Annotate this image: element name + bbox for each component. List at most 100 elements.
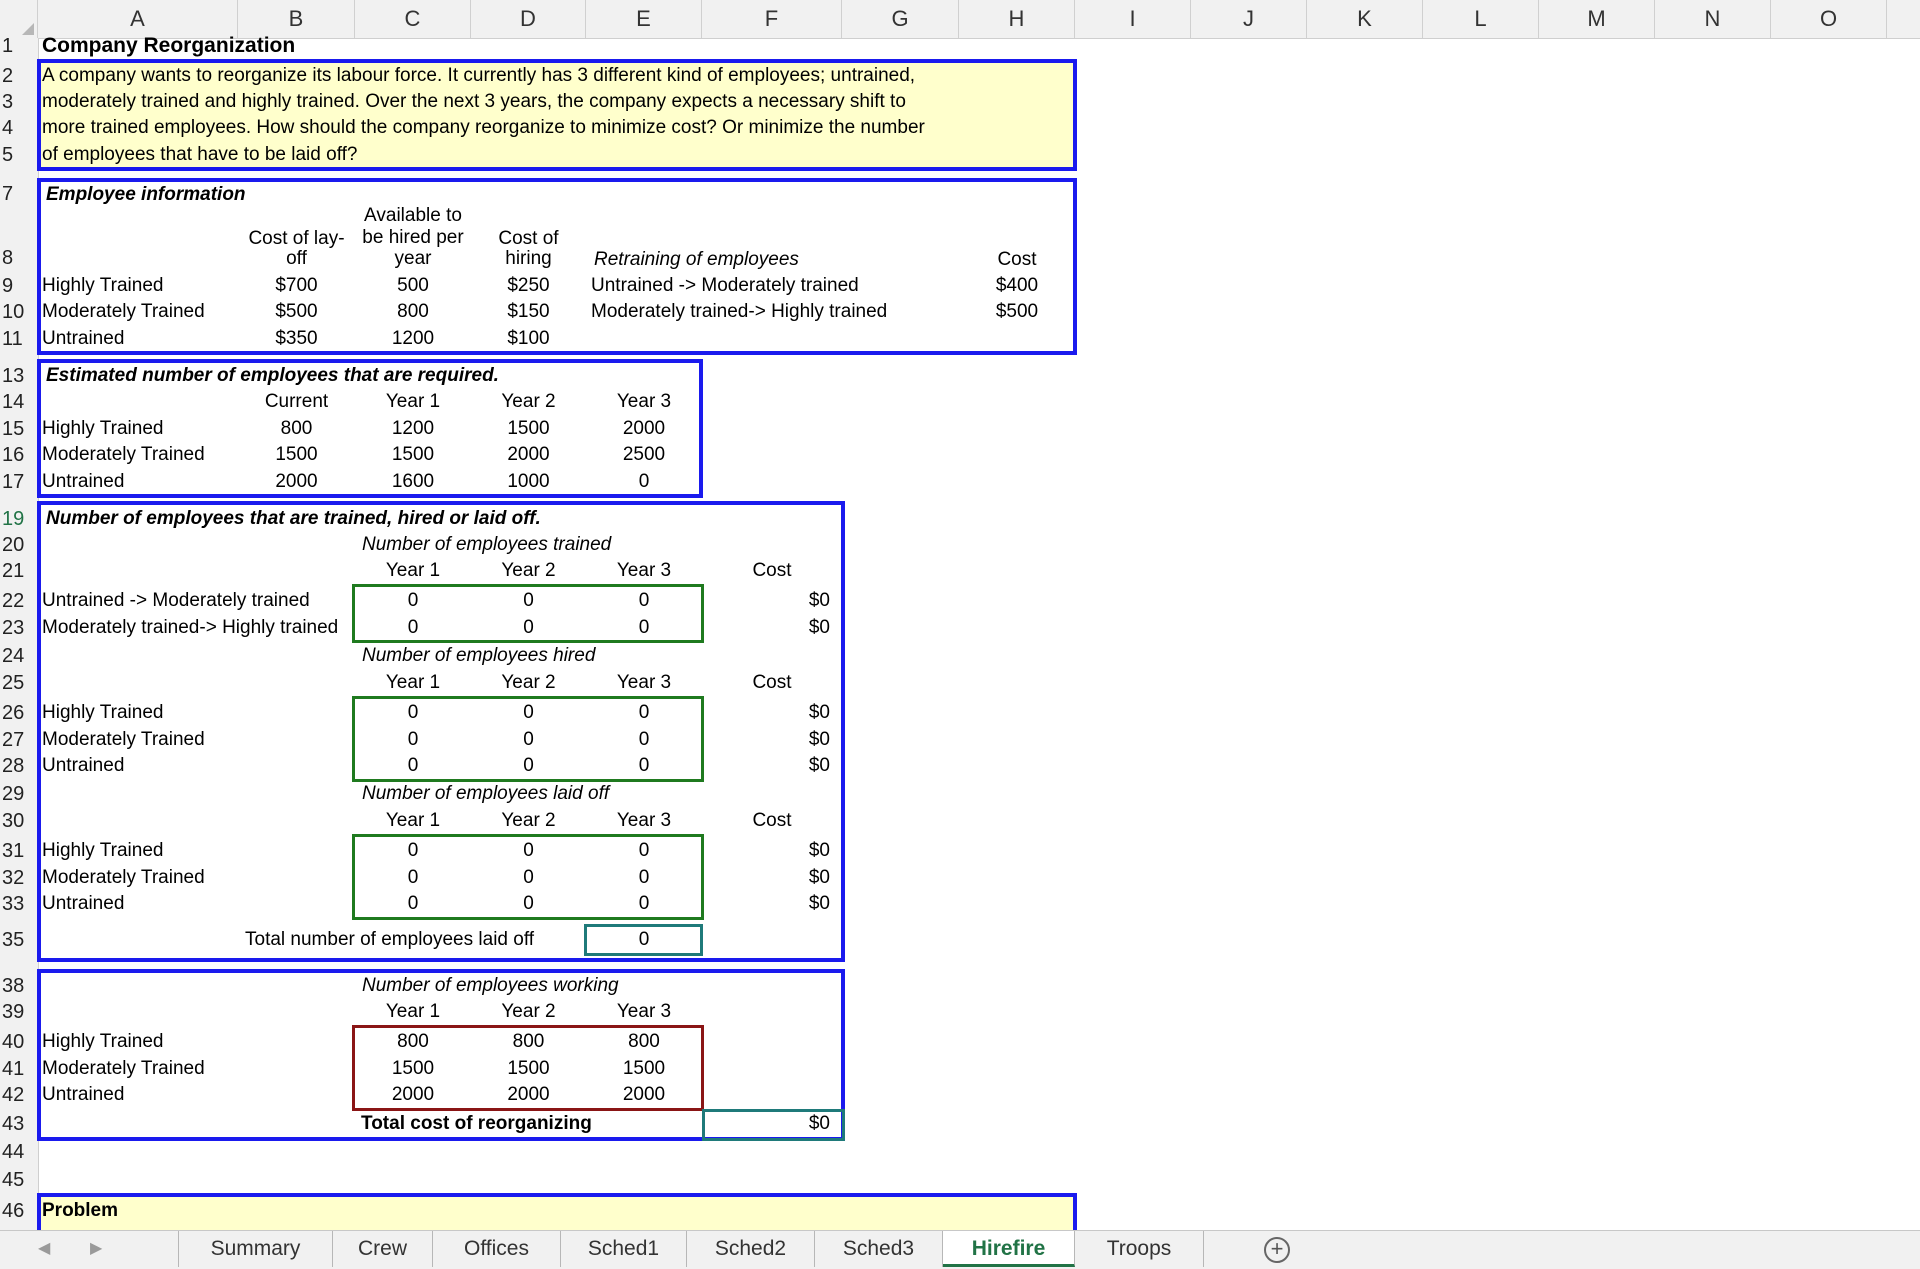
column-header-j[interactable]: J [1191,0,1307,38]
trained-cell[interactable]: 0 [586,588,702,614]
column-header-d[interactable]: D [471,0,586,38]
required-cell[interactable]: 2000 [586,416,702,442]
column-header-n[interactable]: N [1655,0,1771,38]
trained-cell[interactable]: 0 [355,588,471,614]
info-hiring-cost[interactable]: $150 [471,299,586,325]
laidoff-cell[interactable]: 0 [471,865,586,891]
info-available[interactable]: 800 [355,299,471,325]
hired-cost[interactable]: $0 [702,753,830,779]
row-number[interactable]: 15 [0,416,38,442]
row-number[interactable]: 17 [0,469,38,495]
working-cell[interactable]: 2000 [471,1082,586,1108]
tab-troops[interactable]: Troops [1075,1231,1204,1267]
required-cell[interactable]: 2500 [586,442,702,468]
hired-cell[interactable]: 0 [586,753,702,779]
row-number[interactable]: 39 [0,999,38,1025]
row-number[interactable]: 9 [0,273,38,299]
row-number[interactable]: 27 [0,727,38,753]
row-number[interactable]: 14 [0,389,38,415]
retraining-cost[interactable]: $500 [959,299,1075,325]
tab-sched1[interactable]: Sched1 [561,1231,687,1267]
row-number[interactable]: 35 [0,927,38,953]
column-header-l[interactable]: L [1423,0,1539,38]
add-sheet-icon[interactable]: + [1264,1237,1290,1263]
row-number[interactable]: 24 [0,643,38,669]
row-number[interactable]: 41 [0,1056,38,1082]
row-number[interactable]: 33 [0,891,38,917]
row-number[interactable]: 21 [0,558,38,584]
laidoff-cost[interactable]: $0 [702,838,830,864]
required-cell[interactable]: 1500 [471,416,586,442]
total-laidoff-value[interactable]: 0 [586,927,702,953]
hired-cell[interactable]: 0 [471,700,586,726]
hired-cell[interactable]: 0 [586,727,702,753]
hired-cell[interactable]: 0 [586,700,702,726]
column-header-e[interactable]: E [586,0,702,38]
row-number[interactable]: 38 [0,973,38,999]
working-cell[interactable]: 800 [355,1029,471,1055]
row-number[interactable]: 45 [0,1167,38,1193]
row-number[interactable]: 23 [0,615,38,641]
row-number[interactable]: 11 [0,326,38,352]
total-cost-value[interactable]: $0 [702,1111,830,1137]
laidoff-cell[interactable]: 0 [355,865,471,891]
tab-sched2[interactable]: Sched2 [687,1231,815,1267]
row-number[interactable]: 29 [0,781,38,807]
retraining-cost[interactable]: $400 [959,273,1075,299]
working-cell[interactable]: 2000 [586,1082,702,1108]
working-cell[interactable]: 800 [586,1029,702,1055]
row-number[interactable]: 44 [0,1139,38,1165]
row-number[interactable]: 4 [0,115,38,141]
required-cell[interactable]: 2000 [471,442,586,468]
row-number[interactable]: 43 [0,1111,38,1137]
laidoff-cost[interactable]: $0 [702,891,830,917]
column-header-k[interactable]: K [1307,0,1423,38]
column-header-o[interactable]: O [1771,0,1887,38]
required-cell[interactable]: 1200 [355,416,471,442]
row-number[interactable]: 3 [0,89,38,115]
row-number[interactable]: 30 [0,808,38,834]
info-layoff-cost[interactable]: $350 [238,326,355,352]
row-number[interactable]: 32 [0,865,38,891]
info-hiring-cost[interactable]: $100 [471,326,586,352]
tab-hirefire[interactable]: Hirefire [943,1231,1075,1267]
tab-sched3[interactable]: Sched3 [815,1231,943,1267]
row-number-selected[interactable]: 19 [0,506,38,532]
row-number[interactable]: 28 [0,753,38,779]
next-sheet-icon[interactable]: ▶ [90,1231,102,1267]
column-header-c[interactable]: C [355,0,471,38]
info-available[interactable]: 500 [355,273,471,299]
hired-cell[interactable]: 0 [471,727,586,753]
laidoff-cell[interactable]: 0 [471,891,586,917]
tab-summary[interactable]: Summary [178,1231,333,1267]
row-number[interactable]: 13 [0,363,38,389]
row-number[interactable]: 1 [0,33,38,59]
trained-cost[interactable]: $0 [702,588,830,614]
row-number[interactable]: 40 [0,1029,38,1055]
hired-cell[interactable]: 0 [355,753,471,779]
row-number[interactable]: 26 [0,700,38,726]
row-number[interactable]: 46 [0,1198,38,1224]
hired-cost[interactable]: $0 [702,700,830,726]
laidoff-cell[interactable]: 0 [586,838,702,864]
row-number[interactable]: 8 [0,245,38,271]
laidoff-cell[interactable]: 0 [355,891,471,917]
required-cell[interactable]: 2000 [238,469,355,495]
column-header-f[interactable]: F [702,0,842,38]
required-cell[interactable]: 1500 [238,442,355,468]
required-cell[interactable]: 1500 [355,442,471,468]
row-number[interactable]: 5 [0,142,38,168]
row-number[interactable]: 7 [0,181,38,207]
laidoff-cell[interactable]: 0 [586,865,702,891]
row-number[interactable]: 31 [0,838,38,864]
laidoff-cell[interactable]: 0 [355,838,471,864]
required-cell[interactable]: 800 [238,416,355,442]
working-cell[interactable]: 800 [471,1029,586,1055]
row-number[interactable]: 16 [0,442,38,468]
hired-cost[interactable]: $0 [702,727,830,753]
info-layoff-cost[interactable]: $700 [238,273,355,299]
required-cell[interactable]: 1000 [471,469,586,495]
tab-crew[interactable]: Crew [333,1231,433,1267]
working-cell[interactable]: 1500 [355,1056,471,1082]
row-number[interactable]: 22 [0,588,38,614]
